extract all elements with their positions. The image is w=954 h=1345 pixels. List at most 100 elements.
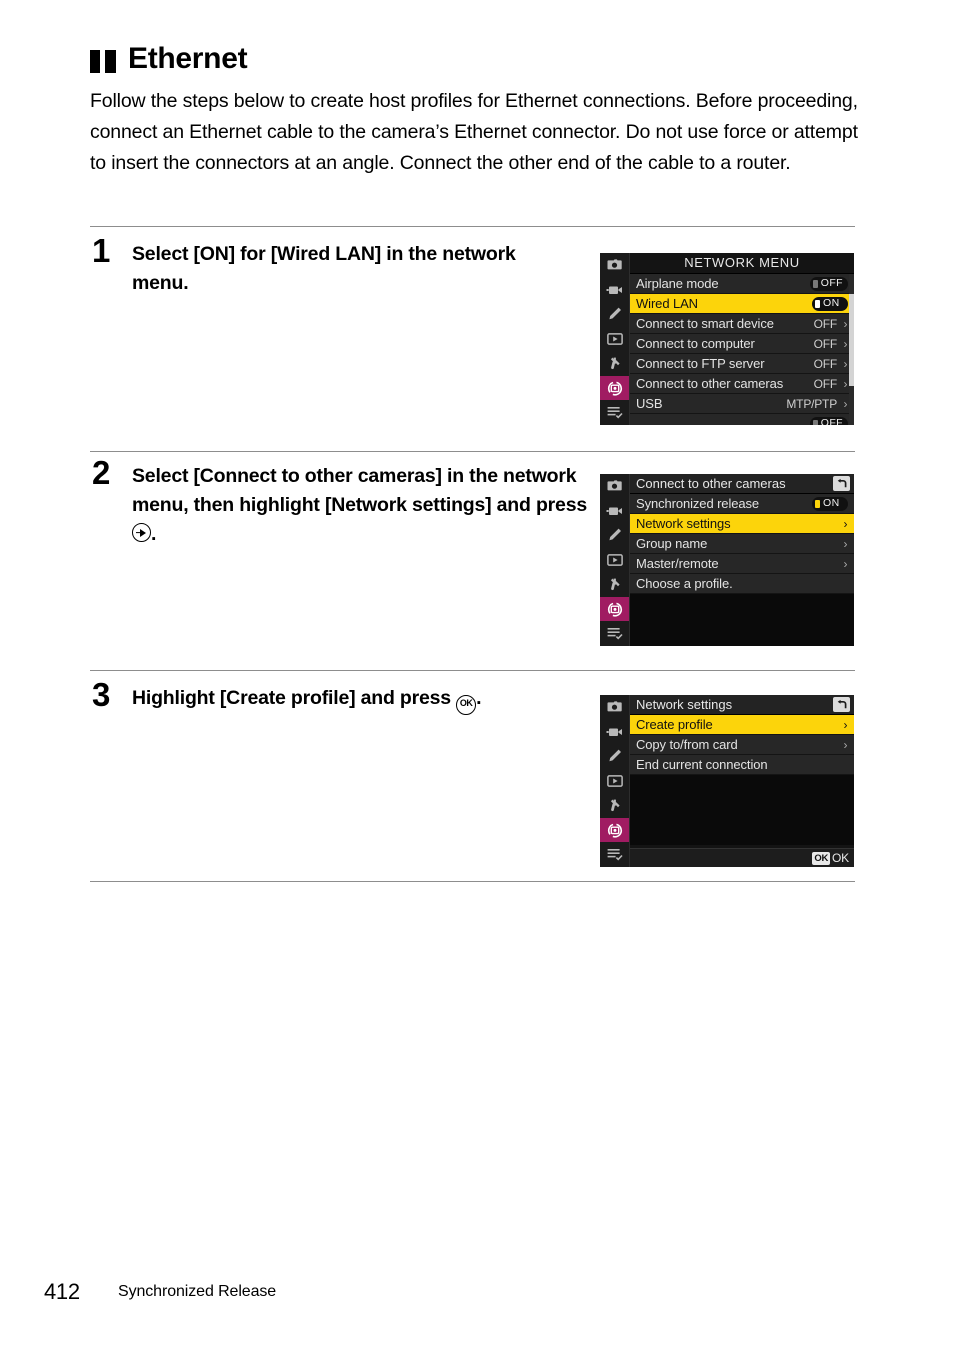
chevron-right-icon: ›: [843, 536, 848, 551]
menu-row[interactable]: Synchronized release ON: [630, 494, 854, 514]
toggle-switch[interactable]: ON: [812, 296, 848, 311]
setup-menu-icon[interactable]: [600, 793, 629, 818]
scrollbar[interactable]: [849, 274, 854, 425]
row-label: Connect to FTP server: [636, 356, 765, 371]
menu-row[interactable]: Airplane mode OFF: [630, 274, 854, 294]
menu-row[interactable]: End current connection: [630, 755, 854, 775]
menu-row[interactable]: Connect to smart device OFF ›: [630, 314, 854, 334]
step-3: 3 Highlight [Create profile] and press O…: [92, 678, 592, 715]
row-label: Connect to computer: [636, 336, 755, 351]
row-value: OFF: [813, 336, 838, 351]
step-text: Select [Connect to other cameras] in the…: [132, 458, 592, 549]
ok-button-icon: OK: [812, 851, 831, 865]
photo-shooting-menu-icon[interactable]: [600, 474, 629, 499]
row-label: Copy to/from card: [636, 737, 738, 752]
movie-shooting-menu-icon[interactable]: [600, 720, 629, 745]
menu-list: Synchronized release ON Network settings…: [630, 494, 854, 646]
menu-row[interactable]: Connect to FTP server OFF ›: [630, 354, 854, 374]
menu-row[interactable]: Group name ›: [630, 534, 854, 554]
network-menu-icon[interactable]: [600, 817, 629, 843]
camera-screen-connect-to-other-cameras: Connect to other cameras Synchronized re…: [600, 474, 854, 646]
playback-menu-icon[interactable]: [600, 548, 629, 573]
toggle-label: ON: [823, 297, 840, 310]
menu-body: Connect to other cameras Synchronized re…: [630, 474, 854, 646]
row-value: OFF: [813, 316, 838, 331]
row-label: Synchronized release: [636, 496, 760, 511]
toggle-label: ON: [823, 497, 840, 510]
movie-shooting-menu-icon[interactable]: [600, 499, 629, 524]
row-label: USB: [636, 396, 663, 411]
screen-title: Network settings: [636, 696, 733, 712]
menu-row[interactable]: USB MTP/PTP ›: [630, 394, 854, 414]
divider: [90, 881, 855, 882]
document-page: Ethernet Follow the steps below to creat…: [0, 0, 954, 1345]
network-menu-icon[interactable]: [600, 375, 629, 401]
ok-button-icon: OK: [456, 695, 477, 715]
menu-list: Create profile › Copy to/from card › End…: [630, 715, 854, 845]
custom-settings-menu-icon[interactable]: [600, 302, 629, 327]
menu-empty-area: [630, 594, 854, 646]
menu-row-selected[interactable]: Network settings ›: [630, 514, 854, 534]
screen-title: Connect to other cameras: [636, 475, 786, 491]
screen-title: NETWORK MENU: [630, 253, 854, 274]
menu-tab-sidebar: [600, 474, 630, 646]
heading-label: Ethernet: [128, 42, 248, 75]
menu-row[interactable]: Connect to other cameras OFF ›: [630, 374, 854, 394]
camera-screen-network-settings: Network settings Create profile › Copy t…: [600, 695, 854, 867]
menu-row[interactable]: Connect to computer OFF ›: [630, 334, 854, 354]
menu-row[interactable]: Master/remote ›: [630, 554, 854, 574]
toggle-switch[interactable]: OFF: [809, 276, 848, 291]
menu-row-clipped[interactable]: OFF: [630, 414, 854, 425]
back-arrow-icon[interactable]: [833, 697, 850, 712]
toggle-knob: [815, 299, 820, 308]
intro-paragraph: Follow the steps below to create host pr…: [90, 90, 858, 174]
menu-tab-sidebar: [600, 253, 630, 425]
black-bars-icon: [90, 49, 116, 73]
row-label: Create profile: [636, 717, 713, 732]
row-label: Wired LAN: [636, 296, 698, 311]
my-menu-icon[interactable]: [600, 621, 629, 646]
menu-row-selected[interactable]: Create profile ›: [630, 715, 854, 735]
divider: [90, 670, 855, 671]
divider: [90, 226, 855, 227]
photo-shooting-menu-icon[interactable]: [600, 695, 629, 720]
setup-menu-icon[interactable]: [600, 572, 629, 597]
ok-label: OK: [832, 851, 849, 865]
toggle-switch[interactable]: OFF: [809, 416, 848, 425]
toggle-knob: [815, 499, 820, 508]
menu-list: Airplane mode OFF Wired LAN ON Connect t…: [630, 274, 854, 425]
divider: [90, 451, 855, 452]
step-text-part: Highlight [Create profile] and press: [132, 687, 457, 709]
page-number: 412: [44, 1279, 80, 1304]
row-value: MTP/PTP: [786, 396, 837, 411]
menu-row-selected[interactable]: Wired LAN ON: [630, 294, 854, 314]
screen-footer-bar: OK OK: [630, 848, 854, 867]
playback-menu-icon[interactable]: [600, 769, 629, 794]
network-menu-icon[interactable]: [600, 596, 629, 622]
back-arrow-icon[interactable]: [833, 476, 850, 491]
toggle-switch[interactable]: ON: [812, 496, 848, 511]
step-text: Highlight [Create profile] and press OK.: [132, 680, 592, 715]
playback-menu-icon[interactable]: [600, 327, 629, 352]
menu-hint-row: Choose a profile.: [630, 574, 854, 594]
my-menu-icon[interactable]: [600, 842, 629, 867]
custom-settings-menu-icon[interactable]: [600, 744, 629, 769]
setup-menu-icon[interactable]: [600, 351, 629, 376]
menu-row[interactable]: Copy to/from card ›: [630, 735, 854, 755]
step-1: 1 Select [ON] for [Wired LAN] in the net…: [92, 232, 532, 298]
menu-body: Network settings Create profile › Copy t…: [630, 695, 854, 867]
ok-button-hint[interactable]: OK OK: [812, 851, 849, 865]
scrollbar-thumb[interactable]: [849, 294, 854, 386]
screen-title-bar: Network settings: [630, 695, 854, 715]
row-label: Airplane mode: [636, 276, 719, 291]
movie-shooting-menu-icon[interactable]: [600, 278, 629, 303]
custom-settings-menu-icon[interactable]: [600, 523, 629, 548]
step-text-part: .: [151, 523, 157, 545]
photo-shooting-menu-icon[interactable]: [600, 253, 629, 278]
my-menu-icon[interactable]: [600, 400, 629, 425]
chevron-right-icon: ›: [843, 516, 848, 531]
chevron-right-icon: ›: [843, 737, 848, 752]
step-text: Select [ON] for [Wired LAN] in the netwo…: [132, 236, 532, 298]
step-number: 1: [92, 232, 110, 269]
menu-tab-sidebar: [600, 695, 630, 867]
